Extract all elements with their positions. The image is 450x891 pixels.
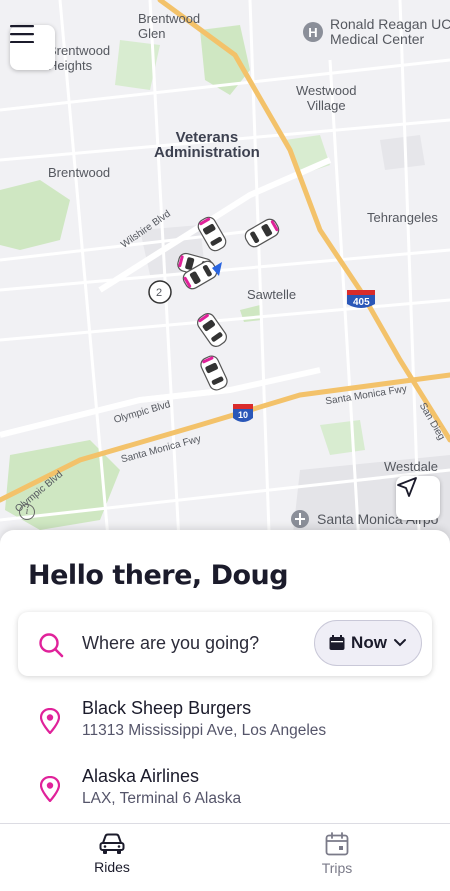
hamburger-menu-icon <box>10 25 34 43</box>
tab-trips[interactable]: Trips <box>277 824 397 891</box>
search-icon <box>39 633 64 658</box>
greeting-title: Hello there, Doug <box>28 560 289 591</box>
destination-name: Black Sheep Burgers <box>82 698 252 718</box>
calendar-icon <box>325 832 349 856</box>
map-label-westwood-village: Westwood Village <box>296 83 357 113</box>
destination-search-bar[interactable]: Where are you going? Now <box>18 612 432 676</box>
destination-address: LAX, Terminal 6 Alaska <box>82 790 242 807</box>
map-label-tehrangeles: Tehrangeles <box>367 210 438 225</box>
map-label-brentwood-glen: Brentwood Glen <box>138 11 201 41</box>
bottom-tab-bar: Rides Trips <box>0 823 450 891</box>
car-marker-icon <box>244 218 280 248</box>
search-input[interactable]: Where are you going? <box>82 633 259 654</box>
airport-marker-icon <box>291 510 309 528</box>
map-label-veterans-administration: Veterans Administration <box>154 129 260 161</box>
i405-label: 405 <box>353 297 370 308</box>
map-label-ronald-reagan: Ronald Reagan UC Medical Center <box>330 16 450 47</box>
tab-rides[interactable]: Rides <box>52 824 172 891</box>
map-label-brentwood: Brentwood <box>48 165 111 180</box>
i10-label: 10 <box>238 410 249 420</box>
schedule-time-button[interactable]: Now <box>314 620 422 666</box>
info-icon[interactable]: i <box>19 504 35 520</box>
tab-rides-label: Rides <box>94 859 130 875</box>
location-pin-icon <box>40 776 60 802</box>
recent-destination-item[interactable]: Alaska Airlines LAX, Terminal 6 Alaska <box>0 764 450 824</box>
recent-destination-item[interactable]: Black Sheep Burgers 11313 Mississippi Av… <box>0 696 450 756</box>
chevron-down-icon <box>393 639 406 647</box>
car-marker-icon <box>197 313 227 347</box>
map-label-sawtelle: Sawtelle <box>247 287 297 302</box>
destination-name: Alaska Airlines <box>82 766 200 786</box>
hospital-marker-icon: H <box>303 22 323 42</box>
svg-text:H: H <box>308 25 317 40</box>
car-marker-icon <box>200 355 228 391</box>
recenter-location-button[interactable] <box>396 476 440 520</box>
map-canvas: H <box>0 0 450 560</box>
navigation-arrow-icon <box>397 477 417 497</box>
map-label-brentwood-heights: Brentwood Heights <box>48 43 111 73</box>
calendar-icon <box>329 635 345 650</box>
car-icon <box>99 833 125 854</box>
map-view[interactable]: H Brentwood Glen Brentwood Heights Ronal… <box>0 0 450 560</box>
destination-address: 11313 Mississippi Ave, Los Angeles <box>82 722 327 739</box>
tab-trips-label: Trips <box>321 860 353 876</box>
menu-button[interactable] <box>10 25 55 70</box>
location-pin-icon <box>40 708 60 734</box>
route-2-label: 2 <box>156 287 163 299</box>
map-label-westdale: Westdale <box>384 459 438 474</box>
schedule-time-label: Now <box>351 633 387 652</box>
